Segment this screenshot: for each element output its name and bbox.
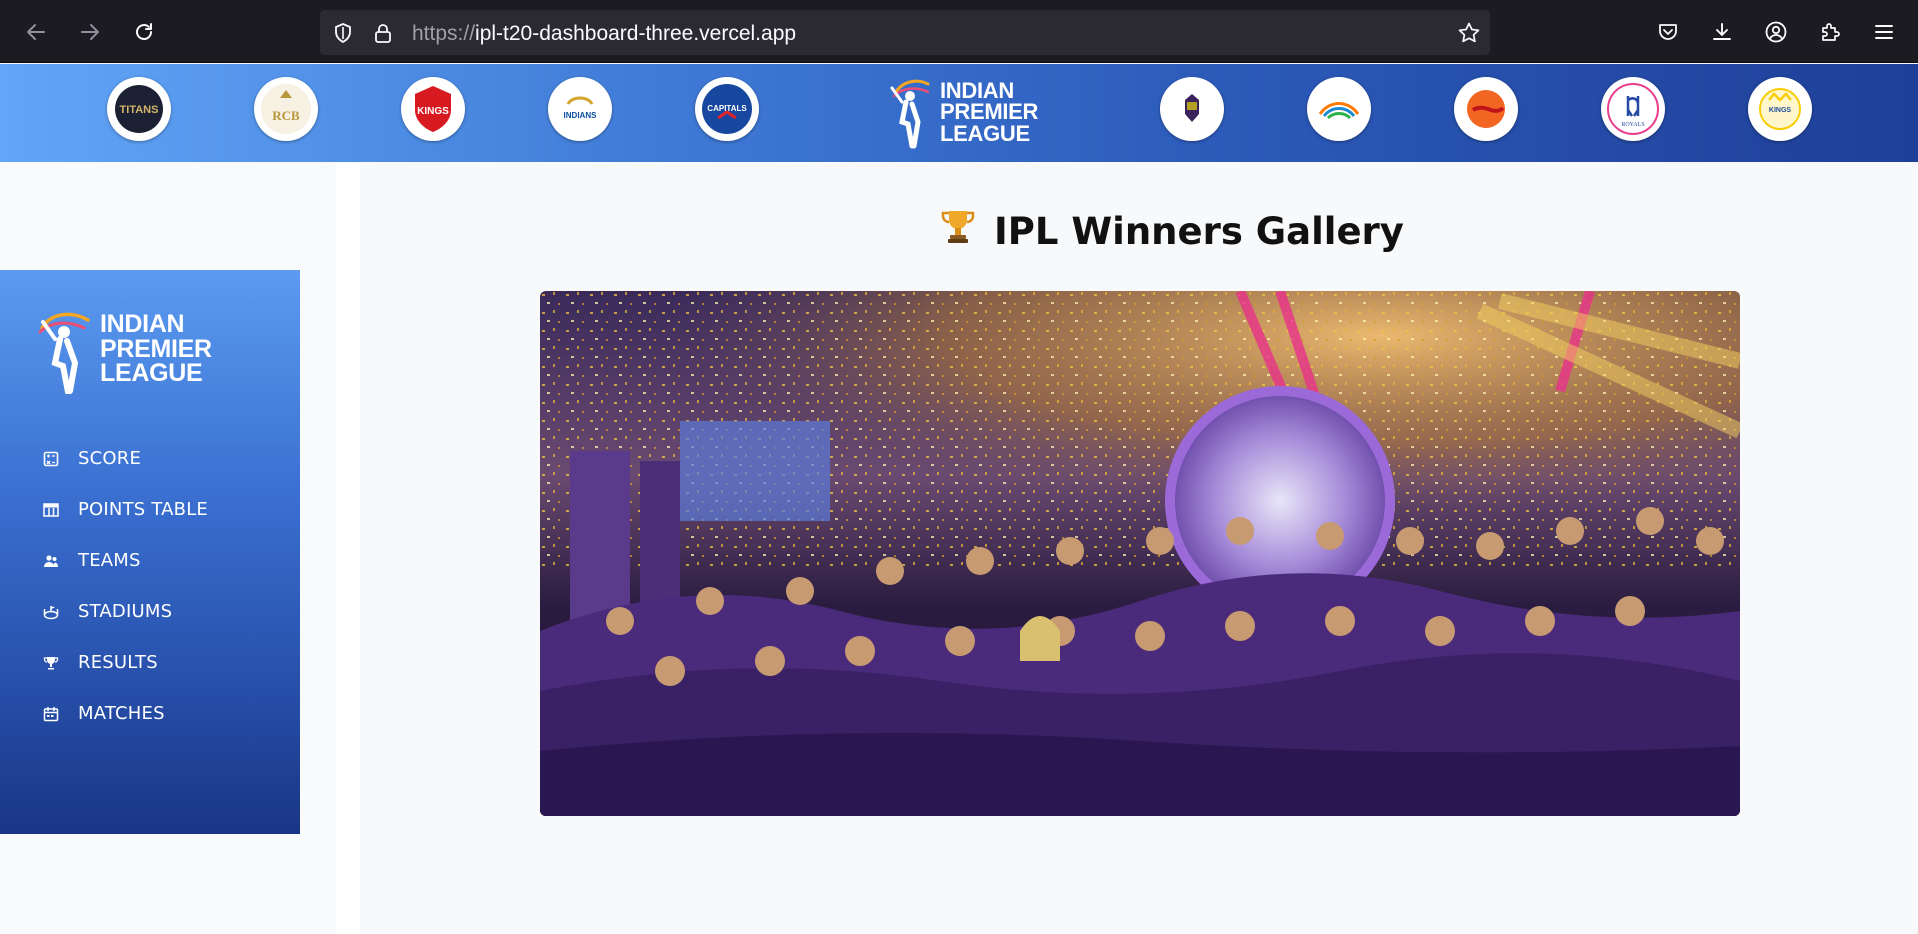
- calendar-icon: [42, 705, 60, 723]
- team-logo-kkr[interactable]: [1160, 77, 1224, 141]
- pane-divider: [336, 163, 360, 934]
- back-button[interactable]: [18, 14, 54, 50]
- team-logo-dc[interactable]: CAPITALS: [695, 77, 759, 141]
- sidebar-item-matches[interactable]: MATCHES: [42, 703, 165, 724]
- sidebar-item-teams[interactable]: TEAMS: [42, 550, 141, 571]
- dc-logo-icon: CAPITALS: [702, 84, 752, 134]
- address-bar[interactable]: https://ipl-t20-dashboard-three.vercel.a…: [320, 10, 1490, 55]
- sidebar-item-label: RESULTS: [78, 652, 158, 673]
- team-logo-rcb[interactable]: RCB: [254, 77, 318, 141]
- team-logo-srh[interactable]: [1454, 77, 1518, 141]
- sidebar-item-label: POINTS TABLE: [78, 499, 208, 520]
- srh-logo-icon: [1461, 84, 1511, 134]
- page-title: IPL Winners Gallery: [940, 206, 1404, 256]
- rr-logo-icon: ROYALS: [1607, 83, 1659, 135]
- winners-photo[interactable]: [540, 291, 1740, 816]
- sidebar-item-stadiums[interactable]: STADIUMS: [42, 601, 172, 622]
- svg-text:KINGS: KINGS: [1769, 107, 1792, 114]
- mi-logo-icon: INDIANS: [555, 84, 605, 134]
- reload-icon: [136, 23, 152, 40]
- bookmark-star-icon[interactable]: [1456, 20, 1482, 46]
- team-logo-pbks[interactable]: KINGS: [401, 77, 465, 141]
- ipl-batsman-icon: [38, 312, 90, 394]
- sidebar-item-label: STADIUMS: [78, 601, 173, 622]
- url-text: https://ipl-t20-dashboard-three.vercel.a…: [412, 22, 797, 45]
- forward-button[interactable]: [72, 14, 108, 50]
- svg-text:ROYALS: ROYALS: [1621, 122, 1644, 128]
- trophy-emoji-icon: [940, 208, 976, 255]
- lsg-logo-icon: [1314, 84, 1364, 134]
- celebration-photo-image: [540, 291, 1740, 816]
- gt-logo-icon: TITANS: [115, 85, 163, 133]
- extensions-icon[interactable]: [1812, 14, 1848, 50]
- sidebar-item-label: TEAMS: [78, 550, 141, 571]
- svg-text:INDIANS: INDIANS: [564, 111, 598, 120]
- sidebar-item-label: SCORE: [78, 448, 142, 469]
- trophy-icon: [42, 654, 60, 672]
- svg-text:RCB: RCB: [272, 108, 300, 123]
- sidebar-item-label: MATCHES: [78, 703, 165, 724]
- downloads-icon[interactable]: [1704, 14, 1740, 50]
- csk-logo-icon: KINGS: [1755, 84, 1805, 134]
- shield-icon[interactable]: [330, 20, 356, 46]
- account-icon[interactable]: [1758, 14, 1794, 50]
- reload-button[interactable]: [126, 14, 162, 50]
- kkr-logo-icon: [1167, 84, 1217, 134]
- team-banner: TITANS RCB KINGS INDIANS CAPITALS INDIAN…: [0, 64, 1918, 162]
- sidebar: INDIAN PREMIER LEAGUE SCORE POINTS TABLE…: [0, 270, 300, 834]
- sidebar-ipl-logo[interactable]: INDIAN PREMIER LEAGUE: [36, 304, 212, 394]
- sidebar-item-score[interactable]: SCORE: [42, 448, 141, 469]
- table-icon: [42, 501, 60, 519]
- lock-icon[interactable]: [370, 20, 396, 46]
- svg-text:KINGS: KINGS: [417, 106, 449, 117]
- pocket-icon[interactable]: [1650, 14, 1686, 50]
- sidebar-item-points-table[interactable]: POINTS TABLE: [42, 499, 208, 520]
- sidebar-item-results[interactable]: RESULTS: [42, 652, 158, 673]
- banner-ipl-logo[interactable]: INDIAN PREMIER LEAGUE: [888, 74, 1038, 150]
- browser-toolbar: https://ipl-t20-dashboard-three.vercel.a…: [0, 0, 1918, 63]
- people-icon: [42, 552, 60, 570]
- team-logo-csk[interactable]: KINGS: [1748, 77, 1812, 141]
- team-logo-mi[interactable]: INDIANS: [548, 77, 612, 141]
- pbks-logo-icon: KINGS: [415, 86, 451, 132]
- ipl-batsman-icon: [890, 79, 930, 149]
- team-logo-lsg[interactable]: [1307, 77, 1371, 141]
- rcb-logo-icon: RCB: [261, 84, 311, 134]
- arrow-right-icon: [81, 24, 99, 40]
- menu-icon[interactable]: [1866, 14, 1902, 50]
- scoreboard-icon: [42, 450, 60, 468]
- team-logo-gt[interactable]: TITANS: [107, 77, 171, 141]
- stadium-icon: [42, 603, 60, 621]
- arrow-left-icon: [27, 24, 45, 40]
- svg-text:TITANS: TITANS: [120, 104, 159, 116]
- team-logo-rr[interactable]: ROYALS: [1601, 77, 1665, 141]
